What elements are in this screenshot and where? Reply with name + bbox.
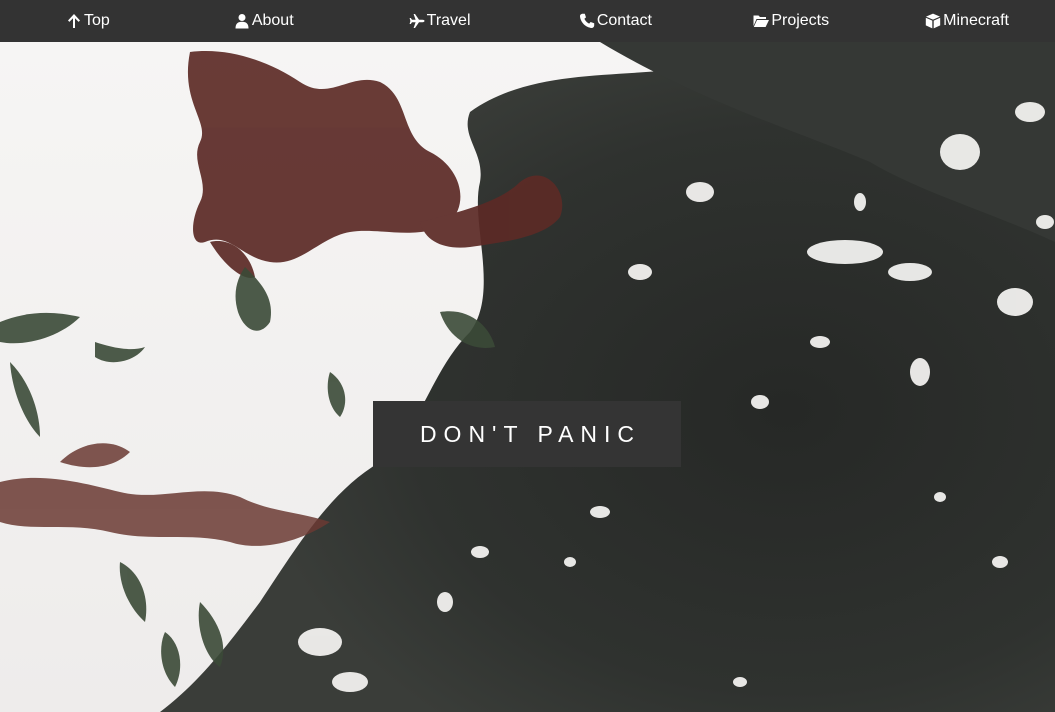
hero-background-image: DON'T PANIC (0, 42, 1055, 712)
folder-open-icon (753, 13, 770, 29)
hero-caption-text: DON'T PANIC (419, 420, 642, 447)
nav-item-label: Projects (771, 12, 830, 29)
nav-item-label: Travel (426, 12, 471, 29)
foliage-photo (0, 42, 1055, 712)
nav-item-contact[interactable]: Contact (527, 0, 703, 42)
arrow-up-icon (66, 13, 82, 29)
nav-item-about[interactable]: About (176, 0, 352, 42)
nav-item-label: Top (84, 12, 110, 29)
page: Top About Travel Contact Projects Minecr… (0, 0, 1055, 712)
nav-item-label: Minecraft (943, 12, 1009, 29)
nav-item-projects[interactable]: Projects (703, 0, 879, 42)
nav-item-travel[interactable]: Travel (352, 0, 528, 42)
cube-icon (925, 13, 941, 29)
nav-item-label: Contact (596, 12, 652, 29)
plane-icon (409, 13, 425, 29)
nav-item-top[interactable]: Top (0, 0, 176, 42)
top-navbar: Top About Travel Contact Projects Minecr… (0, 0, 1055, 42)
hero-caption-box: DON'T PANIC (373, 401, 681, 467)
user-icon (234, 13, 250, 29)
nav-item-minecraft[interactable]: Minecraft (879, 0, 1055, 42)
phone-icon (579, 13, 595, 29)
nav-item-label: About (251, 12, 294, 29)
